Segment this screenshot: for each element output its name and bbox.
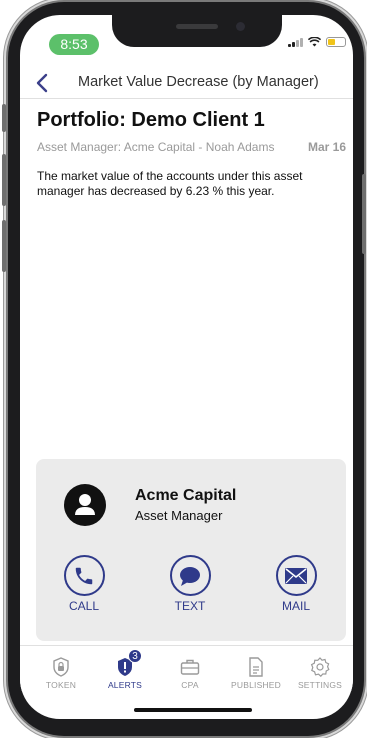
- tab-alerts-label: ALERTS: [107, 680, 143, 690]
- person-avatar-icon: [64, 484, 106, 526]
- contact-role: Asset Manager: [135, 508, 223, 523]
- phone-icon: [75, 567, 93, 584]
- asset-manager-line: Asset Manager: Acme Capital - Noah Adams: [37, 140, 275, 154]
- battery-icon: [326, 37, 346, 47]
- envelope-icon: [285, 567, 307, 584]
- tab-bar: TOKEN 3 ALERTS CPA PUBLISHED SETTINGS: [20, 645, 353, 691]
- alert-message: The market value of the accounts under t…: [37, 169, 303, 198]
- status-time: 8:53: [49, 34, 99, 55]
- tab-published[interactable]: PUBLISHED: [226, 656, 286, 690]
- tab-settings[interactable]: SETTINGS: [290, 656, 350, 690]
- app-screen: 8:53 Market Value Decrease (by Manager) …: [20, 15, 353, 719]
- power-button: [362, 174, 366, 254]
- mail-button[interactable]: MAIL: [266, 555, 326, 613]
- tab-cpa-label: CPA: [181, 680, 199, 690]
- text-button[interactable]: TEXT: [160, 555, 220, 613]
- portfolio-title: Portfolio: Demo Client 1: [37, 109, 265, 131]
- tab-published-label: PUBLISHED: [231, 680, 281, 690]
- lock-icon: [53, 657, 69, 677]
- back-button[interactable]: [32, 69, 54, 97]
- text-label: TEXT: [174, 599, 206, 613]
- chat-bubble-icon: [180, 566, 200, 586]
- speaker: [176, 24, 218, 29]
- navigation-bar: Market Value Decrease (by Manager): [20, 67, 353, 99]
- tab-token[interactable]: TOKEN: [31, 656, 91, 690]
- briefcase-icon: [180, 659, 200, 675]
- tab-alerts[interactable]: 3 ALERTS: [95, 649, 155, 690]
- wifi-icon: [308, 37, 321, 47]
- signal-icon: [288, 37, 303, 47]
- contact-name: Acme Capital: [135, 487, 237, 504]
- gear-icon: [310, 657, 330, 677]
- mail-label: MAIL: [281, 599, 310, 613]
- nav-title: Market Value Decrease (by Manager): [78, 74, 319, 90]
- notch: [112, 15, 282, 47]
- call-button[interactable]: CALL: [54, 555, 114, 613]
- home-indicator[interactable]: [134, 708, 252, 712]
- front-camera: [236, 22, 245, 31]
- status-icons: [288, 37, 346, 47]
- mute-switch: [2, 104, 6, 132]
- alert-date: Mar 16: [307, 140, 346, 154]
- volume-down-button: [2, 220, 6, 272]
- tab-settings-label: SETTINGS: [297, 680, 343, 690]
- call-label: CALL: [68, 599, 100, 613]
- tab-token-label: TOKEN: [45, 680, 77, 690]
- document-icon: [249, 657, 263, 677]
- alerts-badge: 3: [128, 649, 142, 663]
- chevron-left-icon: [36, 73, 48, 93]
- contact-card: Acme Capital Asset Manager CALL TEXT MAI…: [36, 459, 346, 641]
- tab-cpa[interactable]: CPA: [160, 656, 220, 690]
- volume-up-button: [2, 154, 6, 206]
